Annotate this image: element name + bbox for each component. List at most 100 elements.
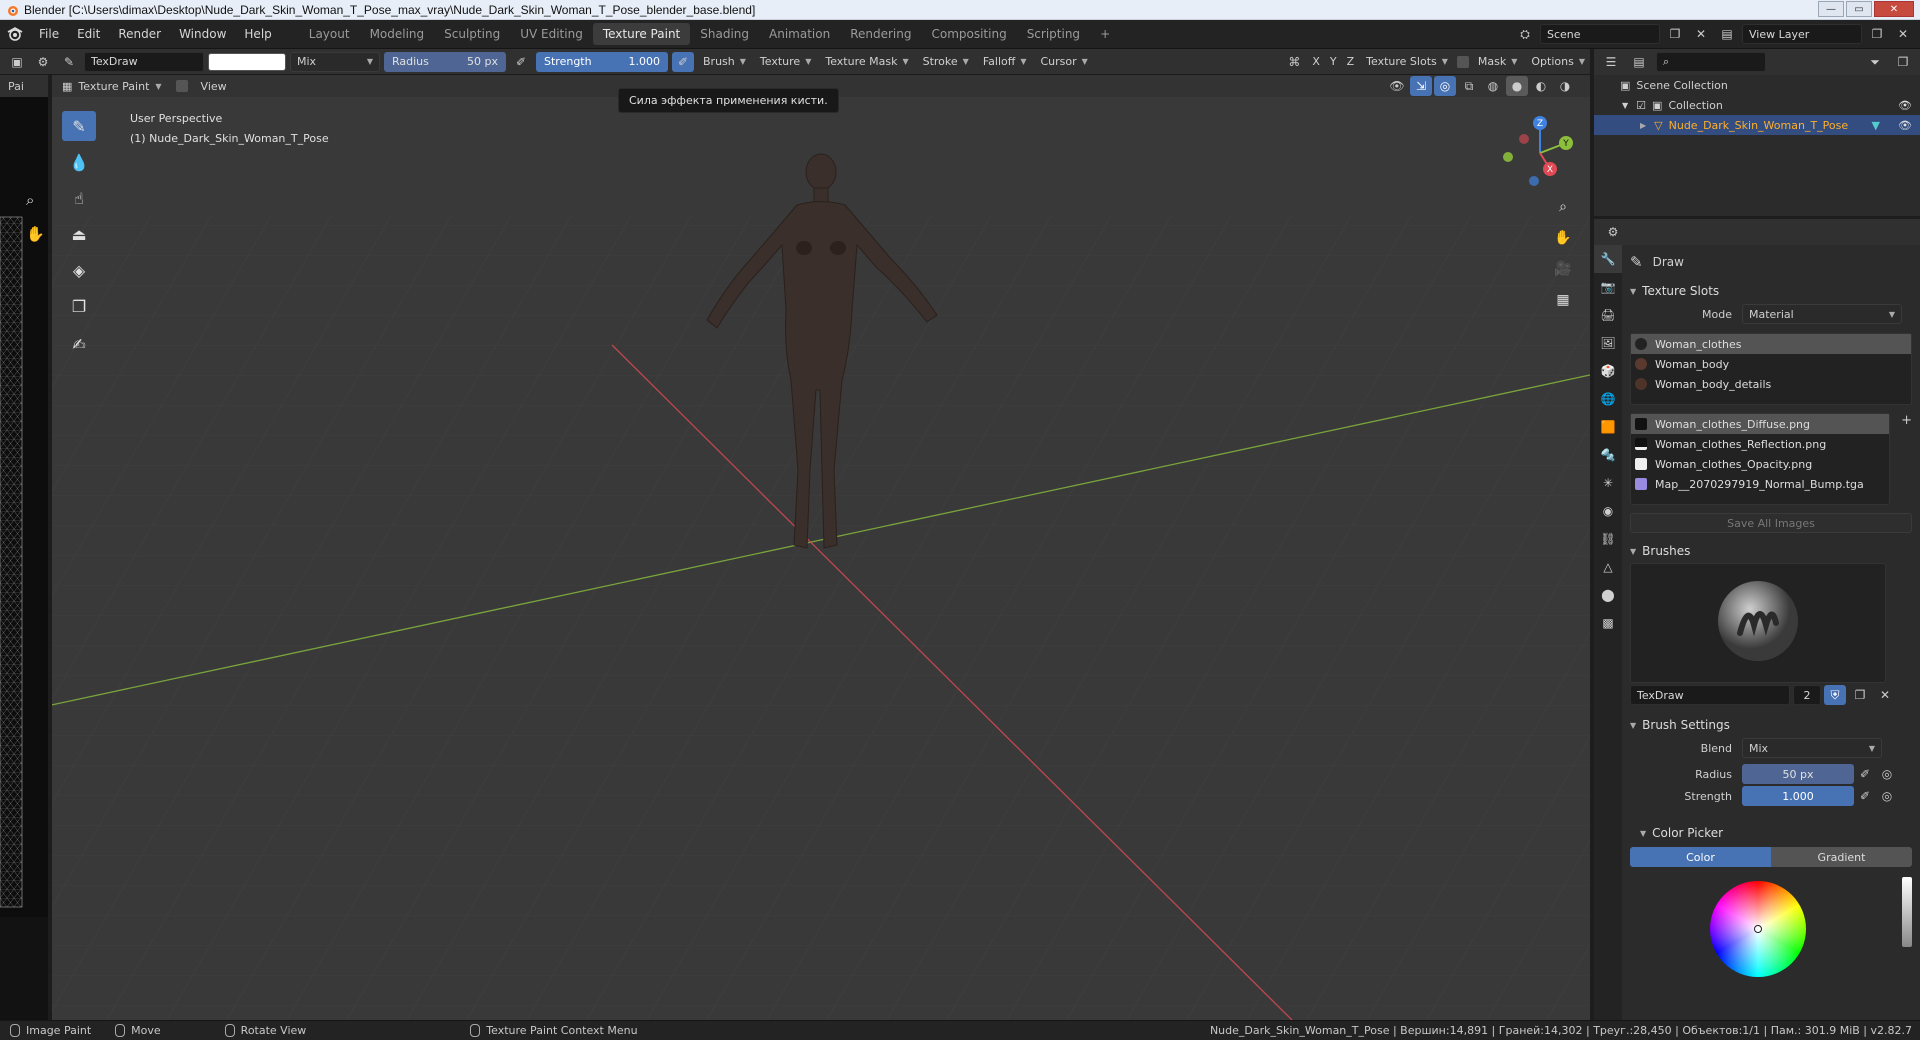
fake-user-shield-icon[interactable]: ⛨ — [1824, 685, 1846, 705]
clone-tool-icon[interactable]: ⏏ — [62, 219, 96, 249]
texture-slots-menu[interactable]: Texture Slots ▼ — [1361, 52, 1453, 72]
mirror-z-toggle[interactable]: Z — [1344, 52, 1358, 72]
brushes-panel-header[interactable]: ▼ Brushes — [1624, 539, 1918, 563]
xray-icon[interactable]: ⧉ — [1458, 76, 1480, 96]
overlay-toggle-icon[interactable]: ◎ — [1434, 76, 1456, 96]
menu-window[interactable]: Window — [170, 27, 235, 41]
duplicate-brush-icon[interactable]: ❐ — [1849, 685, 1871, 705]
new-scene-icon[interactable]: ❐ — [1664, 24, 1686, 44]
tab-modeling[interactable]: Modeling — [360, 23, 435, 45]
outliner-row-collection[interactable]: ▼ ☑ ▣ Collection 👁 — [1594, 95, 1920, 115]
image-slot-list[interactable]: Woman_clothes_Diffuse.png Woman_clothes_… — [1630, 413, 1890, 505]
color-picker-panel-header[interactable]: ▼ Color Picker — [1624, 821, 1918, 845]
mode-dropdown[interactable]: ▦ Texture Paint ▼ — [56, 76, 168, 96]
gradient-tab[interactable]: Gradient — [1771, 847, 1912, 867]
unlink-brush-icon[interactable]: ✕ — [1874, 685, 1896, 705]
mode-dropdown[interactable]: Material ▼ — [1742, 304, 1902, 324]
visibility-eye-icon[interactable]: 👁 — [1898, 119, 1912, 132]
radius-slider[interactable]: 50 px — [1742, 764, 1854, 784]
material-shading-icon[interactable]: ◐ — [1530, 76, 1552, 96]
physics-tab-icon[interactable]: ◉ — [1594, 497, 1622, 525]
mirror-x-toggle[interactable]: X — [1309, 52, 1323, 72]
outliner-row-scene-collection[interactable]: ▣ Scene Collection — [1594, 75, 1920, 95]
view-menu[interactable]: View — [196, 76, 232, 96]
particles-tab-icon[interactable]: ✳ — [1594, 469, 1622, 497]
rendered-shading-icon[interactable]: ◑ — [1554, 76, 1576, 96]
paint-mask-toggle[interactable] — [175, 80, 188, 92]
pan-icon[interactable]: ✋ — [1548, 224, 1578, 252]
object-tab-icon[interactable]: 🟧 — [1594, 413, 1622, 441]
modifier-tab-icon[interactable]: 🔩 — [1594, 441, 1622, 469]
tab-animation[interactable]: Animation — [759, 23, 840, 45]
list-item[interactable]: Woman_body_details — [1631, 374, 1911, 394]
list-item[interactable]: Map__2070297919_Normal_Bump.tga — [1631, 474, 1889, 494]
zoom-icon[interactable]: ⌕ — [1548, 193, 1578, 221]
scene-icon[interactable]: ⛭ — [1514, 24, 1536, 44]
blender-logo-icon[interactable] — [0, 20, 30, 49]
maximize-button[interactable]: ▭ — [1846, 1, 1872, 17]
gizmo-toggle-icon[interactable]: ⇲ — [1410, 76, 1432, 96]
add-workspace-button[interactable]: + — [1090, 23, 1120, 45]
outliner-search-input[interactable]: ⌕ — [1656, 52, 1766, 72]
color-wheel-cursor[interactable] — [1754, 925, 1762, 933]
menu-file[interactable]: File — [30, 27, 68, 41]
tab-rendering[interactable]: Rendering — [840, 23, 921, 45]
blend-mode-dropdown[interactable]: Mix ▼ — [290, 51, 380, 72]
blend-dropdown[interactable]: Mix ▼ — [1742, 738, 1882, 758]
orthographic-grid-icon[interactable]: ▦ — [1548, 286, 1578, 314]
tool-tab-icon[interactable]: 🔧 — [1594, 245, 1622, 273]
filter-icon[interactable]: ⏷ — [1864, 52, 1886, 72]
menu-render[interactable]: Render — [109, 27, 170, 41]
outliner-row-object[interactable]: ▶ ▽ Nude_Dark_Skin_Woman_T_Pose ▼ 👁 — [1594, 115, 1920, 135]
strength-pressure-icon[interactable]: ✐ — [672, 51, 694, 72]
output-tab-icon[interactable]: 🖨 — [1594, 301, 1622, 329]
render-tab-icon[interactable]: 📷 — [1594, 273, 1622, 301]
minimize-button[interactable]: — — [1818, 1, 1844, 17]
color-wheel-area[interactable] — [1624, 867, 1918, 977]
expand-icon[interactable]: ▶ — [1640, 121, 1646, 130]
stroke-menu[interactable]: Stroke ▼ — [918, 52, 974, 72]
smear-tool-icon[interactable]: ☝ — [62, 183, 96, 213]
strength-unified-icon[interactable]: ◎ — [1876, 786, 1898, 806]
brush-icon[interactable]: ✎ — [58, 52, 80, 72]
texture-tab-icon[interactable]: ▩ — [1594, 609, 1622, 637]
visibility-icon[interactable]: 👁 — [1386, 76, 1408, 96]
properties-editor-icon[interactable]: ⚙ — [1602, 222, 1624, 242]
material-tab-icon[interactable]: ⬤ — [1594, 581, 1622, 609]
draw-tool-icon[interactable]: ✎ — [62, 111, 96, 141]
strength-pressure-icon[interactable]: ✐ — [1854, 786, 1876, 806]
mirror-y-toggle[interactable]: Y — [1327, 52, 1340, 72]
list-item[interactable]: Woman_clothes_Opacity.png — [1631, 454, 1889, 474]
brush-name-input[interactable]: TexDraw — [1630, 685, 1790, 705]
image-editor-strip[interactable]: Pai ⌕ ✋ — [0, 75, 48, 1020]
list-item[interactable]: Woman_clothes — [1631, 334, 1911, 354]
menu-help[interactable]: Help — [235, 27, 280, 41]
tab-sculpting[interactable]: Sculpting — [434, 23, 510, 45]
annotate-tool-icon[interactable]: ✍ — [62, 329, 96, 359]
constraints-tab-icon[interactable]: ⛓ — [1594, 525, 1622, 553]
add-slot-icon[interactable]: + — [1901, 413, 1912, 428]
view-layer-tab-icon[interactable]: 🖼 — [1594, 329, 1622, 357]
visibility-eye-icon[interactable]: 👁 — [1898, 99, 1912, 112]
scene-field[interactable]: Scene — [1540, 24, 1660, 44]
3d-viewport[interactable]: ▦ Texture Paint ▼ View 👁 ⇲ ◎ ⧉ ◍ ● ◐ ◑ U… — [52, 75, 1590, 1020]
tab-shading[interactable]: Shading — [690, 23, 759, 45]
falloff-menu[interactable]: Falloff ▼ — [978, 52, 1032, 72]
delete-view-layer-icon[interactable]: ✕ — [1892, 24, 1914, 44]
display-mode-icon[interactable]: ▤ — [1628, 52, 1650, 72]
radius-pressure-icon[interactable]: ✐ — [510, 52, 532, 72]
save-all-images-button[interactable]: Save All Images — [1630, 513, 1912, 533]
brush-settings-panel-header[interactable]: ▼ Brush Settings — [1624, 713, 1918, 737]
mask-menu[interactable]: Mask ▼ — [1473, 52, 1523, 72]
editor-type-icon[interactable]: ▣ — [6, 52, 28, 72]
camera-icon[interactable]: 🎥 — [1548, 255, 1578, 283]
character-model[interactable] — [692, 150, 952, 570]
brush-color-swatch[interactable] — [208, 52, 286, 71]
radius-unit-icon[interactable]: ◎ — [1876, 764, 1898, 784]
view-layer-icon[interactable]: ▤ — [1716, 24, 1738, 44]
tool-settings-icon[interactable]: ⚙ — [32, 52, 54, 72]
texture-mask-menu[interactable]: Texture Mask ▼ — [820, 52, 913, 72]
material-list[interactable]: Woman_clothes Woman_body Woman_body_deta… — [1630, 333, 1912, 405]
brush-name-field[interactable]: TexDraw — [84, 51, 204, 72]
collection-checkbox-icon[interactable]: ☑ — [1636, 99, 1646, 112]
